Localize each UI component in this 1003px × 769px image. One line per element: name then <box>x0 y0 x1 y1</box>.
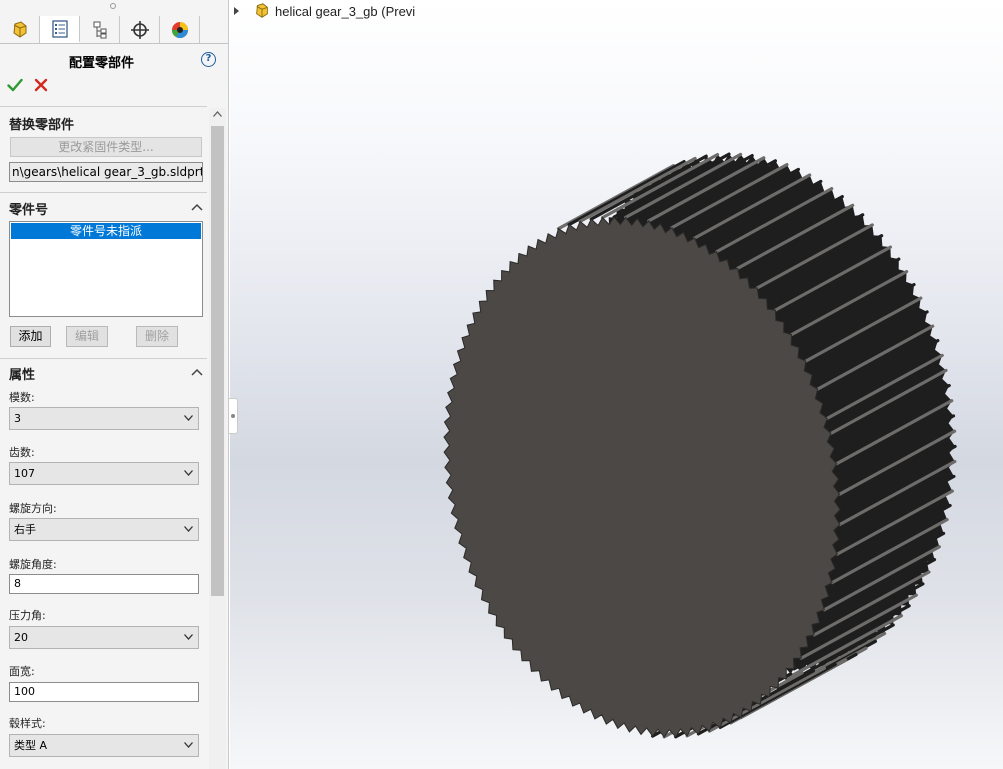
feature-tree-flyout[interactable]: helical gear_3_gb (Previ <box>233 0 415 22</box>
scrollbar-thumb[interactable] <box>211 126 224 596</box>
configuration-manager-icon <box>93 21 106 38</box>
part-icon <box>12 20 26 38</box>
part-number-list[interactable]: 零件号未指派 <box>9 221 203 317</box>
property-manager-panel: 配置零部件 ? 替换零部件 更改紧固件类型... n\gears\helical… <box>0 0 229 769</box>
edit-button[interactable]: 编辑 <box>66 326 108 347</box>
part-icon <box>256 3 268 18</box>
chevron-down-icon <box>184 526 193 532</box>
group-title-replace-component: 替换零部件 <box>9 118 75 133</box>
hub-style-select[interactable]: 类型 A <box>9 734 199 757</box>
delete-button[interactable]: 删除 <box>136 326 178 347</box>
chevron-down-icon <box>184 634 193 640</box>
chevron-down-icon <box>184 470 193 476</box>
scroll-up-icon[interactable] <box>213 111 222 117</box>
hub-style-label: 毂样式: <box>9 717 46 730</box>
helix-angle-input[interactable]: 8 <box>9 574 199 594</box>
face-width-input[interactable]: 100 <box>9 682 199 702</box>
panel-grip-icon[interactable] <box>110 3 116 9</box>
tab-dimxpert-manager[interactable] <box>120 16 160 43</box>
add-button[interactable]: 添加 <box>10 326 51 347</box>
teeth-select[interactable]: 107 <box>9 462 199 485</box>
group-title-properties: 属性 <box>9 368 36 383</box>
tab-display-manager[interactable] <box>160 16 200 43</box>
hub-style-value: 类型 A <box>14 739 48 752</box>
help-icon[interactable]: ? <box>201 52 216 67</box>
ok-checkmark-icon[interactable] <box>7 77 23 93</box>
chevron-down-icon <box>184 415 193 421</box>
divider <box>0 358 207 359</box>
chevron-up-icon[interactable] <box>191 367 203 377</box>
helix-direction-value: 右手 <box>14 523 36 536</box>
manager-tab-bar <box>0 16 228 44</box>
module-value: 3 <box>14 412 21 425</box>
panel-splitter-handle[interactable] <box>229 398 238 434</box>
display-manager-icon <box>171 21 188 38</box>
part-name: helical gear_3_gb (Previ <box>275 3 416 19</box>
property-manager-icon <box>51 19 68 38</box>
expand-arrow-icon[interactable] <box>233 6 241 16</box>
module-label: 模数: <box>9 391 35 404</box>
property-manager-title: 配置零部件 <box>68 56 134 71</box>
divider <box>0 106 207 107</box>
divider <box>0 192 207 193</box>
helix-direction-select[interactable]: 右手 <box>9 518 199 541</box>
tab-feature-manager[interactable] <box>0 16 40 43</box>
file-path-field[interactable]: n\gears\helical gear_3_gb.sldprt <box>9 162 203 182</box>
pressure-angle-label: 压力角: <box>9 609 46 622</box>
chevron-up-icon[interactable] <box>191 202 203 212</box>
teeth-label: 齿数: <box>9 446 35 459</box>
group-title-part-number: 零件号 <box>9 203 49 218</box>
chevron-down-icon <box>184 742 193 748</box>
helix-angle-label: 螺旋角度: <box>9 558 57 571</box>
list-item[interactable]: 零件号未指派 <box>11 223 201 239</box>
module-select[interactable]: 3 <box>9 407 199 430</box>
dimxpert-icon <box>130 20 149 39</box>
change-fastener-type-button[interactable]: 更改紧固件类型... <box>10 137 202 157</box>
tab-property-manager[interactable] <box>40 16 80 43</box>
helix-direction-label: 螺旋方向: <box>9 502 57 515</box>
pressure-angle-select[interactable]: 20 <box>9 626 199 649</box>
face-width-label: 面宽: <box>9 665 35 678</box>
tab-configuration-manager[interactable] <box>80 16 120 43</box>
pressure-angle-value: 20 <box>14 631 28 644</box>
cancel-x-icon[interactable] <box>34 78 48 92</box>
teeth-value: 107 <box>14 467 35 480</box>
helical-gear-model[interactable] <box>230 0 1003 769</box>
